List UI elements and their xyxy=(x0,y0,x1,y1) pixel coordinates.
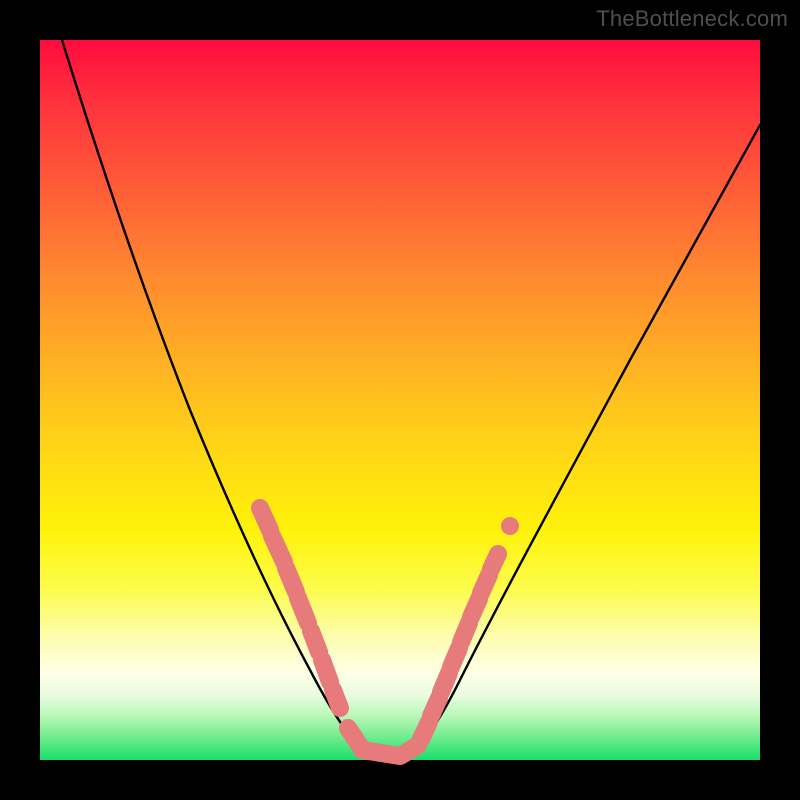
plot-area xyxy=(40,40,760,760)
marker-dot-right xyxy=(501,517,519,535)
marker-segments-right xyxy=(421,554,498,739)
bottleneck-curve xyxy=(62,40,760,756)
marker-segments-left xyxy=(260,508,340,708)
curve-svg xyxy=(40,40,760,760)
watermark-text: TheBottleneck.com xyxy=(596,6,788,32)
marker-flat-bottom xyxy=(348,728,418,756)
chart-frame: TheBottleneck.com xyxy=(0,0,800,800)
